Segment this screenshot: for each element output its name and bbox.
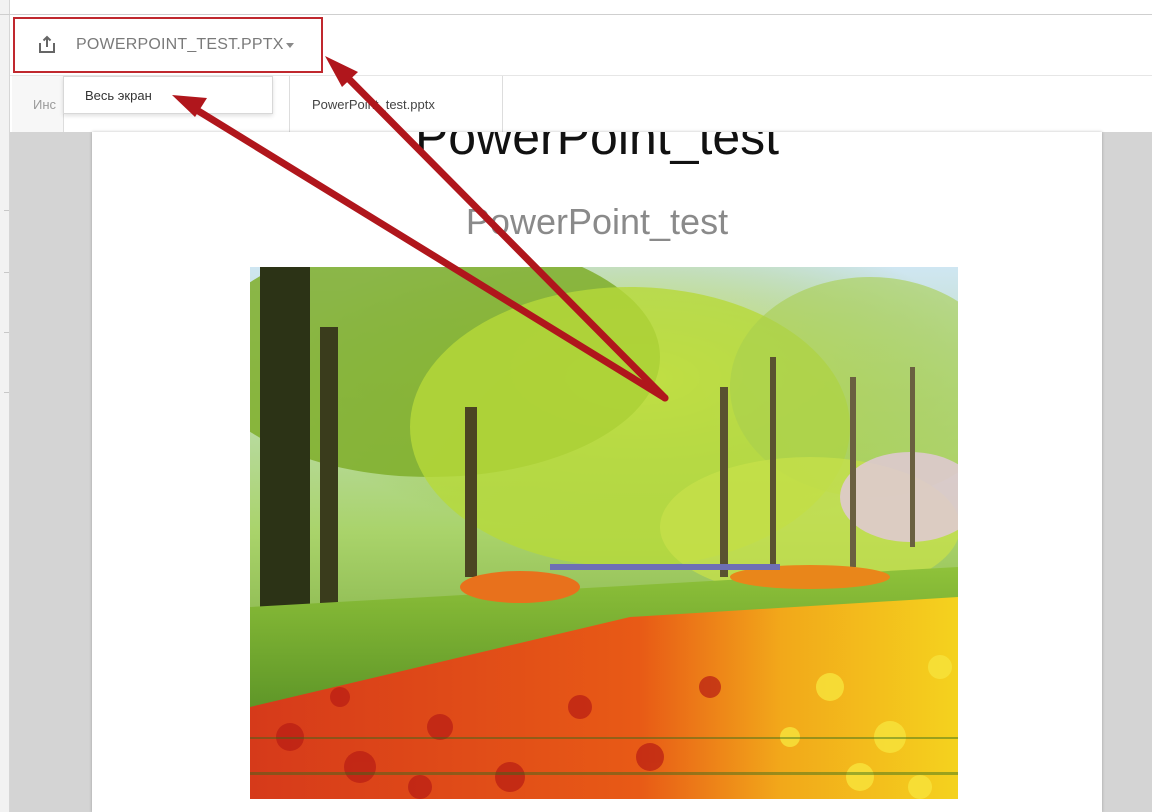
tab-label: Инс	[33, 96, 57, 112]
slide-subtitle: PowerPoint_test	[465, 201, 729, 242]
tab-powerpoint-test[interactable]: PowerPoint_test.pptx	[289, 76, 503, 132]
file-name: POWERPOINT_TEST.PPTX	[76, 36, 284, 53]
menu-item-full-screen[interactable]: Весь экран	[85, 88, 152, 103]
slide-title: PowerPoint_test	[414, 132, 780, 165]
tab-inactive[interactable]: Инс	[12, 76, 64, 132]
file-name-menu[interactable]: POWERPOINT_TEST.PPTX	[13, 17, 323, 73]
share-upload-icon[interactable]	[36, 34, 58, 56]
chevron-down-icon	[285, 42, 294, 48]
slide: PowerPoint_test PowerPoint_test	[92, 132, 1102, 812]
tab-label: PowerPoint_test.pptx	[312, 96, 435, 112]
file-dropdown-menu: Весь экран	[63, 76, 273, 114]
park-with-tulips-photo	[250, 267, 958, 799]
left-window-edge	[0, 0, 10, 812]
